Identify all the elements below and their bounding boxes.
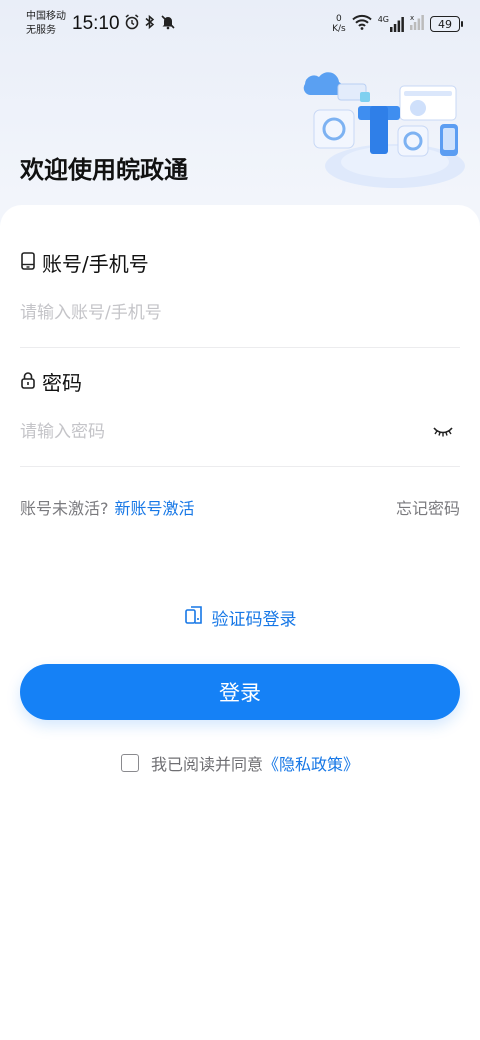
- lock-icon: [20, 370, 36, 394]
- status-bar: 中国移动 无服务 15:10 0 K/s 4G x 49: [0, 0, 480, 48]
- password-field: 密码: [20, 367, 460, 467]
- sms-phone-icon: [184, 605, 204, 630]
- password-input[interactable]: [20, 412, 420, 452]
- agreement-row: 我已阅读并同意 《隐私政策》: [0, 751, 480, 775]
- activate-account-link[interactable]: 新账号激活: [115, 495, 195, 519]
- password-label-text: 密码: [42, 371, 82, 395]
- battery-level: 49: [438, 17, 452, 31]
- welcome-title: 欢迎使用皖政通: [20, 156, 188, 184]
- net-speed: 0 K/s: [332, 14, 346, 34]
- forgot-password-link[interactable]: 忘记密码: [396, 495, 460, 519]
- carrier-status: 无服务: [26, 25, 56, 36]
- account-field: 账号/手机号: [20, 248, 460, 348]
- account-divider: [20, 347, 460, 348]
- net-speed-value: 0: [336, 14, 342, 24]
- carrier-name: 中国移动: [26, 11, 66, 22]
- account-input[interactable]: [20, 293, 460, 333]
- login-card: 账号/手机号 密码 账号未激活? 新账号激活 忘记密码 验证码登录 登录 我已阅…: [0, 205, 480, 1040]
- password-divider: [20, 466, 460, 467]
- wifi-icon: [352, 14, 372, 34]
- svg-text:x: x: [410, 14, 414, 22]
- password-label: 密码: [20, 367, 460, 396]
- status-time: 15:10: [72, 13, 120, 34]
- account-links-row: 账号未激活? 新账号激活 忘记密码: [20, 495, 460, 519]
- no-sim-signal-icon: x: [410, 14, 424, 34]
- net-speed-unit: K/s: [332, 24, 346, 34]
- header-illustration: [303, 72, 465, 188]
- phone-icon: [20, 251, 36, 275]
- carrier-info: 中国移动 无服务: [26, 10, 66, 38]
- mute-icon: [160, 14, 176, 34]
- bluetooth-icon: [144, 14, 156, 34]
- eye-closed-icon[interactable]: [432, 423, 454, 442]
- account-label: 账号/手机号: [20, 248, 460, 277]
- signal-icon: 4G: [378, 16, 404, 32]
- login-button[interactable]: 登录: [20, 664, 460, 720]
- sms-login-label: 验证码登录: [211, 610, 297, 630]
- account-label-text: 账号/手机号: [42, 252, 149, 276]
- sms-login-button[interactable]: 验证码登录: [0, 605, 480, 630]
- network-type: 4G: [377, 15, 389, 24]
- agreement-checkbox[interactable]: [120, 754, 139, 772]
- agreement-text: 我已阅读并同意: [150, 755, 263, 774]
- battery-icon: 49: [430, 16, 463, 32]
- alarm-icon: [124, 14, 140, 34]
- not-activated-text: 账号未激活?: [20, 499, 109, 518]
- privacy-policy-link[interactable]: 《隐私政策》: [263, 751, 359, 775]
